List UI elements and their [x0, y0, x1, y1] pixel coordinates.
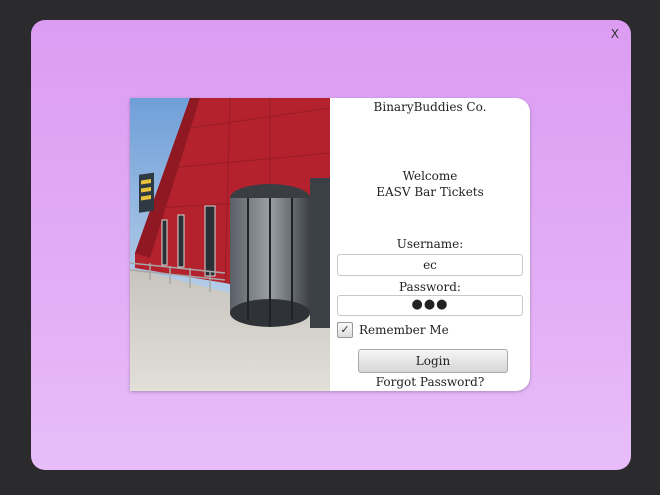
remember-me-row[interactable]: ✓ Remember Me [337, 322, 449, 338]
welcome-text: Welcome EASV Bar Tickets [330, 168, 530, 200]
remember-me-checkbox[interactable]: ✓ [337, 322, 353, 338]
username-input[interactable]: ec [337, 254, 523, 276]
close-button[interactable]: X [609, 25, 621, 43]
username-label: Username: [396, 237, 464, 251]
login-button[interactable]: Login [358, 349, 508, 373]
building-photo [130, 98, 330, 391]
password-label: Password: [399, 280, 461, 294]
remember-me-label: Remember Me [359, 323, 449, 337]
password-input[interactable]: ●●● [337, 295, 523, 316]
forgot-password-link[interactable]: Forgot Password? [330, 375, 530, 389]
company-name: BinaryBuddies Co. [373, 100, 487, 114]
app-name: EASV Bar Tickets [376, 185, 484, 199]
login-card: BinaryBuddies Co. Welcome EASV Bar Ticke… [130, 98, 530, 391]
login-form: BinaryBuddies Co. Welcome EASV Bar Ticke… [330, 98, 530, 391]
login-window: X BinaryBuddies Co. Welcome EASV Bar Tic… [31, 20, 631, 470]
welcome-line: Welcome [402, 169, 458, 183]
